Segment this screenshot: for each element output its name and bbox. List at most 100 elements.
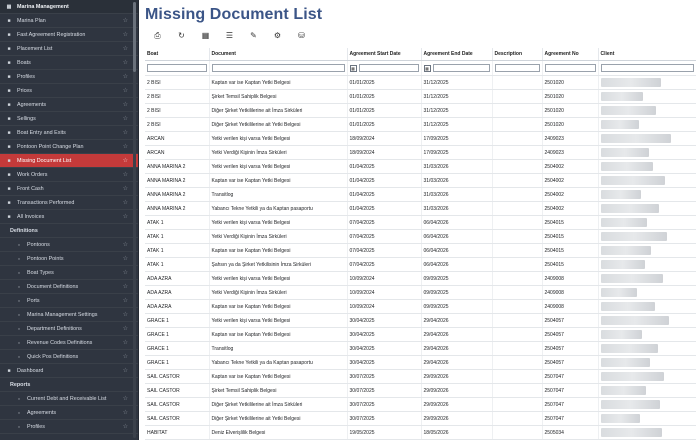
calendar-icon[interactable]: ▦ [349, 64, 357, 72]
sidebar-item-dashboard[interactable]: ■ Dashboard ☆ [0, 364, 138, 378]
table-row[interactable]: ARCAN Yetki Verdiği Kişinin İmza Sirküler… [145, 145, 696, 160]
table-row[interactable]: GRACE 1 Kaptan var ise Kaptan Yetki Belge… [145, 327, 696, 342]
favorite-star-icon[interactable]: ☆ [123, 409, 128, 416]
column-header-description[interactable]: Description [492, 48, 543, 61]
favorite-star-icon[interactable]: ☆ [123, 45, 128, 52]
filter-document-input[interactable] [211, 64, 345, 72]
sidebar-item-all-invoices[interactable]: ■ All Invoices ☆ [0, 210, 138, 224]
table-row[interactable]: ADA AZRA Yetki verilen kişi varsa Yetki B… [145, 271, 696, 286]
table-row[interactable]: ATAK 1 Yetki verilen kişi varsa Yetki Bel… [145, 215, 696, 230]
favorite-star-icon[interactable]: ☆ [123, 87, 128, 94]
favorite-star-icon[interactable]: ☆ [123, 73, 128, 80]
table-row[interactable]: 2 BISI Şirket Temsil Sahiplik Belgesi 01/0… [145, 89, 696, 104]
sidebar-item-quick-pos-definitions[interactable]: ○ Quick Pos Definitions ☆ [0, 350, 138, 364]
filter-start-date-input[interactable] [358, 64, 419, 72]
sidebar-header[interactable]: ▦ Marina Management [0, 0, 138, 14]
favorite-star-icon[interactable]: ☆ [123, 395, 128, 402]
favorite-star-icon[interactable]: ☆ [123, 115, 128, 122]
sidebar-item-revenue-codes-definitions[interactable]: ○ Revenue Codes Definitions ☆ [0, 336, 138, 350]
sidebar-item-reports[interactable]: Reports [0, 378, 138, 392]
table-row[interactable]: ATAK 1 Yetki Verdiği Kişinin İmza Sirküle… [145, 229, 696, 244]
favorite-star-icon[interactable]: ☆ [123, 423, 128, 430]
column-header-document[interactable]: Document [209, 48, 348, 61]
filter-agreement-no-input[interactable] [544, 64, 596, 72]
column-header-agreement-end-date[interactable]: Agreement End Date [421, 48, 493, 61]
sidebar-item-sellings[interactable]: ■ Sellings ☆ [0, 112, 138, 126]
column-header-agreement-start-date[interactable]: Agreement Start Date [347, 48, 422, 61]
filter-start-date[interactable]: ▦ [347, 60, 422, 76]
sidebar-item-boats[interactable]: ■ Boats ☆ [0, 56, 138, 70]
favorite-star-icon[interactable]: ☆ [123, 311, 128, 318]
sidebar-scrollbar[interactable] [133, 2, 136, 438]
favorite-star-icon[interactable]: ☆ [123, 143, 128, 150]
table-row[interactable]: SAIL CASTOR Diğer Şirket Yetkililerine ai… [145, 397, 696, 412]
gear-button[interactable]: ⚙ [269, 30, 286, 41]
favorite-star-icon[interactable]: ☆ [123, 297, 128, 304]
database-button[interactable]: ⛁ [293, 30, 310, 41]
favorite-star-icon[interactable]: ☆ [123, 255, 128, 262]
table-row[interactable]: 2 BISI Diğer Şirket Yetkililerine ait İmz… [145, 103, 696, 118]
settings-key-button[interactable]: ✎ [245, 30, 262, 41]
sidebar-item-department-definitions[interactable]: ○ Department Definitions ☆ [0, 322, 138, 336]
filter-agreement-no[interactable] [542, 60, 599, 76]
table-row[interactable]: ANNA MARINA 2 Yabancı Tekne Yetkili ya da… [145, 201, 696, 216]
sidebar-item-boat-types[interactable]: ○ Boat Types ☆ [0, 266, 138, 280]
favorite-star-icon[interactable]: ☆ [123, 339, 128, 346]
sidebar-item-pontoons[interactable]: ○ Pontoons ☆ [0, 238, 138, 252]
print-button[interactable]: ⎙ [149, 30, 166, 41]
filter-client[interactable] [598, 60, 696, 76]
favorite-star-icon[interactable]: ☆ [123, 269, 128, 276]
table-row[interactable]: ANNA MARINA 2 Yetki verilen kişi varsa Ye… [145, 159, 696, 174]
sidebar-item-fast-agreement-registration[interactable]: ■ Fast Agreement Registration ☆ [0, 28, 138, 42]
sidebar-item-marina-management-settings[interactable]: ○ Marina Management Settings ☆ [0, 308, 138, 322]
columns-button[interactable]: ☰ [221, 30, 238, 41]
table-row[interactable]: ARCAN Yetki verilen kişi varsa Yetki Belg… [145, 131, 696, 146]
filter-client-input[interactable] [600, 64, 694, 72]
favorite-star-icon[interactable]: ☆ [123, 59, 128, 66]
table-row[interactable]: ATAK 1 Kaptan var ise Kaptan Yetki Belges… [145, 243, 696, 258]
table-row[interactable]: HABITAT Deniz Elverişlilik Belgesi 19/05/2… [145, 425, 696, 440]
sidebar-item-ports[interactable]: ○ Ports ☆ [0, 294, 138, 308]
table-row[interactable]: 2 BISI Diğer Şirket Yetkililerine ait Yet… [145, 117, 696, 132]
sidebar-item-boat-entry-and-exits[interactable]: ■ Boat Entry and Exits ☆ [0, 126, 138, 140]
table-row[interactable]: SAIL CASTOR Diğer Şirket Yetkililerine ai… [145, 411, 696, 426]
sidebar-item-profiles[interactable]: ○ Profiles ☆ [0, 420, 138, 434]
sidebar-item-agreements[interactable]: ■ Agreements ☆ [0, 98, 138, 112]
filter-boat-input[interactable] [147, 64, 207, 72]
column-header-agreement-no[interactable]: Agreement No [542, 48, 599, 61]
table-row[interactable]: ANNA MARINA 2 Transitlog 01/04/2025 31/03/2… [145, 187, 696, 202]
filter-document[interactable] [209, 60, 348, 76]
table-row[interactable]: SAIL CASTOR Şirket Temsil Sahiplik Belges… [145, 383, 696, 398]
table-row[interactable]: GRACE 1 Transitlog 30/04/2025 29/04/2026 250… [145, 341, 696, 356]
column-header-boat[interactable]: Boat [145, 48, 210, 61]
sidebar-item-pontoon-point-change-plan[interactable]: ■ Pontoon Point Change Plan ☆ [0, 140, 138, 154]
sidebar-item-document-definitions[interactable]: ○ Document Definitions ☆ [0, 280, 138, 294]
filter-end-date[interactable]: ▦ [421, 60, 493, 76]
table-row[interactable]: 2 BISI Kaptan var ise Kaptan Yetki Belges… [145, 75, 696, 90]
export-excel-button[interactable]: ▦ [197, 30, 214, 41]
filter-description-input[interactable] [494, 64, 540, 72]
favorite-star-icon[interactable]: ☆ [123, 199, 128, 206]
refresh-button[interactable]: ↻ [173, 30, 190, 41]
favorite-star-icon[interactable]: ☆ [123, 129, 128, 136]
favorite-star-icon[interactable]: ☆ [123, 367, 128, 374]
favorite-star-icon[interactable]: ☆ [123, 157, 128, 164]
table-row[interactable]: GRACE 1 Yabancı Tekne Yetkili ya da Kapta… [145, 355, 696, 370]
favorite-star-icon[interactable]: ☆ [123, 325, 128, 332]
sidebar-item-pontoon-points[interactable]: ○ Pontoon Points ☆ [0, 252, 138, 266]
sidebar-item-agreements[interactable]: ○ Agreements ☆ [0, 406, 138, 420]
filter-end-date-input[interactable] [432, 64, 490, 72]
table-row[interactable]: GRACE 1 Yetki verilen kişi varsa Yetki Be… [145, 313, 696, 328]
favorite-star-icon[interactable]: ☆ [123, 353, 128, 360]
sidebar-item-transactions-performed[interactable]: ■ Transactions Performed ☆ [0, 196, 138, 210]
sidebar-scrollbar-thumb[interactable] [133, 2, 136, 72]
table-row[interactable]: ADA AZRA Yetki Verdiği Kişinin İmza Sirkü… [145, 285, 696, 300]
favorite-star-icon[interactable]: ☆ [123, 241, 128, 248]
table-row[interactable]: ATAK 1 Şahsın ya da Şirket Yetkilisinin İ… [145, 257, 696, 272]
sidebar-item-definitions[interactable]: Definitions [0, 224, 138, 238]
column-header-client[interactable]: Client [598, 48, 696, 61]
favorite-star-icon[interactable]: ☆ [123, 17, 128, 24]
sidebar-item-missing-document-list[interactable]: ■ Missing Document List ☆ [0, 154, 138, 168]
table-row[interactable]: SAIL CASTOR Kaptan var ise Kaptan Yetki B… [145, 369, 696, 384]
filter-boat[interactable] [145, 60, 210, 76]
